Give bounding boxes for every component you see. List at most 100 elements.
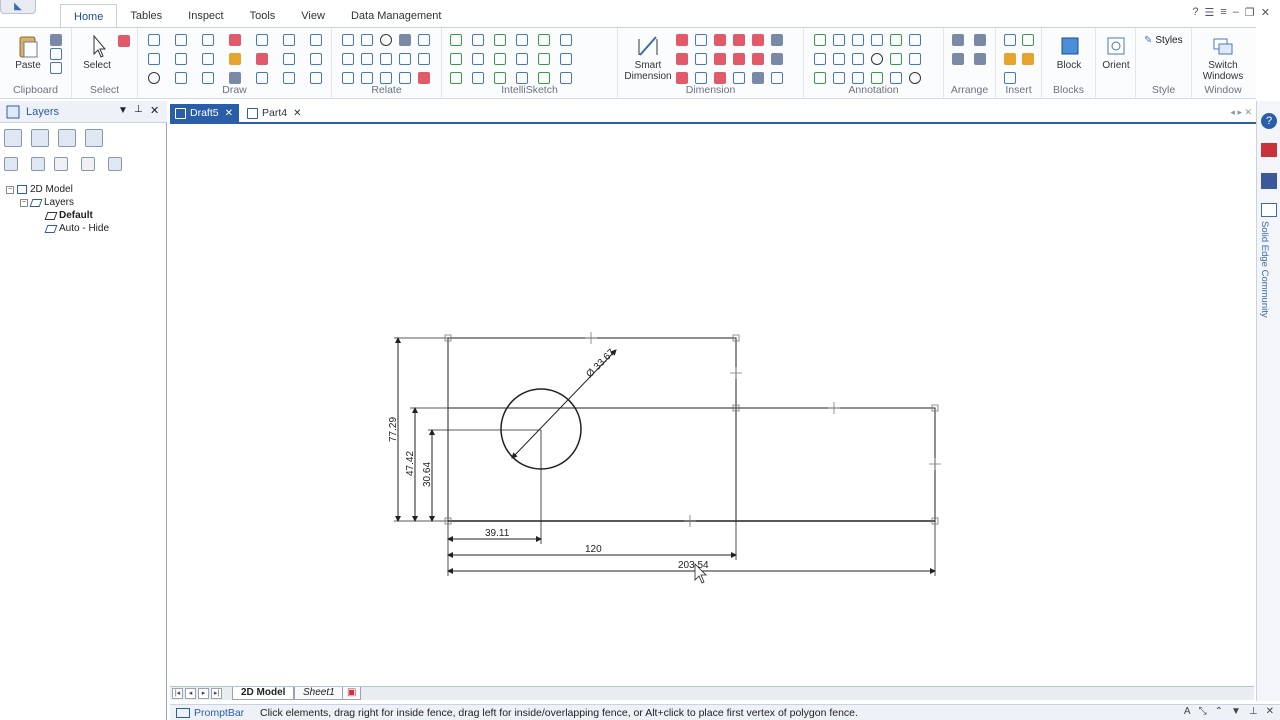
project-icon[interactable] — [310, 34, 322, 46]
close-tab-icon[interactable]: ✕ — [225, 108, 233, 119]
pane-close-icon[interactable]: ✕ — [150, 104, 159, 117]
layer-tool-1-icon[interactable] — [4, 157, 18, 171]
smart-dimension-button[interactable]: Smart Dimension — [622, 33, 674, 82]
select-button[interactable]: Select — [80, 33, 114, 71]
trim-icon[interactable] — [256, 34, 268, 46]
format-painter-icon[interactable] — [50, 62, 62, 74]
line-icon[interactable] — [148, 34, 160, 46]
center-mark-icon[interactable] — [890, 53, 902, 65]
intellisketch-on-element-icon[interactable] — [450, 53, 462, 65]
youtube-icon[interactable] — [1261, 143, 1277, 157]
last-sheet-icon[interactable]: ▸| — [211, 688, 222, 699]
pane-menu-icon[interactable]: ▼ — [118, 105, 128, 116]
target-icon[interactable] — [909, 72, 921, 84]
new-layer-icon[interactable] — [4, 129, 22, 147]
intellisketch-cursor-icon[interactable] — [538, 72, 550, 84]
cross-hatch-icon[interactable] — [890, 72, 902, 84]
retrieve-dimensions-icon[interactable] — [676, 72, 688, 84]
intellisketch-parallel-icon[interactable] — [472, 72, 484, 84]
intellisketch-perpendicular-icon[interactable] — [560, 34, 572, 46]
tree-row-layers[interactable]: − Layers — [20, 196, 74, 209]
curve-icon[interactable] — [202, 34, 214, 46]
help-icon[interactable]: ? — [1192, 6, 1198, 19]
minimize-icon[interactable]: – — [1233, 6, 1239, 19]
angle-between-icon[interactable] — [695, 34, 707, 46]
datum-target-icon[interactable] — [833, 72, 845, 84]
coordinate-dimension-icon[interactable] — [714, 34, 726, 46]
relate-point-icon[interactable] — [399, 72, 411, 84]
layer-tool-4-icon[interactable] — [81, 157, 95, 171]
doc-tab-draft5[interactable]: Draft5 ✕ — [170, 104, 239, 123]
pin-icon[interactable]: ⊥ — [134, 104, 143, 115]
move-icon[interactable] — [229, 53, 241, 65]
tree-row-root[interactable]: − 2D Model — [6, 183, 73, 196]
solid-edge-community-tab[interactable]: Solid Edge Community — [1259, 221, 1270, 318]
lower-rectangle[interactable] — [448, 407, 936, 522]
image-icon[interactable] — [1004, 53, 1016, 65]
bolt-hole-circle-icon[interactable] — [814, 72, 826, 84]
dimension-break-icon[interactable] — [752, 72, 764, 84]
collapse-icon[interactable]: − — [20, 198, 28, 207]
lock-icon[interactable] — [399, 34, 411, 46]
next-sheet-icon[interactable]: ▸ — [198, 688, 209, 699]
pattern-icon[interactable] — [310, 72, 322, 84]
drawing-sheet[interactable]: Ø 33.67 77.29 47.42 30.64 39.11 120 203.… — [170, 124, 1254, 686]
dim-text-39-11[interactable]: 39.11 — [485, 528, 510, 539]
select-tools-icon[interactable] — [118, 35, 130, 47]
intellisketch-quadrant-icon[interactable] — [538, 53, 550, 65]
edge-condition-icon[interactable] — [852, 72, 864, 84]
fillet-icon[interactable] — [175, 72, 187, 84]
connector-icon[interactable] — [871, 72, 883, 84]
tab-inspect[interactable]: Inspect — [175, 4, 236, 28]
intellisketch-vertical-icon[interactable] — [494, 53, 506, 65]
pin-status-icon[interactable]: ⊥ — [1249, 706, 1258, 717]
sheet-tab-sheet1[interactable]: Sheet1 — [294, 687, 344, 700]
dimension-align-icon[interactable] — [733, 72, 745, 84]
connect-icon[interactable] — [342, 34, 354, 46]
layer-fit-icon[interactable] — [31, 129, 49, 147]
layer-tool-2-icon[interactable] — [31, 157, 45, 171]
parallel-icon[interactable] — [361, 34, 373, 46]
copy-icon[interactable] — [50, 48, 62, 60]
offset-icon[interactable] — [283, 34, 295, 46]
mirror-icon[interactable] — [283, 53, 295, 65]
tab-scroll-icon[interactable]: ◂ ▸ ✕ — [1230, 107, 1252, 118]
cut-icon[interactable] — [50, 34, 62, 46]
centerline-icon[interactable] — [909, 53, 921, 65]
layer-tool-3-icon[interactable] — [54, 157, 68, 171]
maintain-relationships-icon[interactable] — [418, 72, 430, 84]
orient-button[interactable]: Orient — [1099, 33, 1133, 71]
send-backward-icon[interactable] — [974, 53, 986, 65]
symbol-icon[interactable] — [1004, 72, 1016, 84]
bring-forward-icon[interactable] — [952, 53, 964, 65]
midpoint-icon[interactable] — [380, 72, 392, 84]
dimension-axis-icon[interactable] — [676, 53, 688, 65]
paste-button[interactable]: Paste — [8, 33, 48, 71]
intellisketch-endpoint-icon[interactable] — [450, 34, 462, 46]
rotate-icon[interactable] — [283, 72, 295, 84]
tree-row-auto-hide[interactable]: Auto - Hide — [44, 222, 109, 235]
collapse-up-icon[interactable]: ⌃ — [1215, 706, 1223, 717]
collinear-icon[interactable] — [361, 72, 373, 84]
send-to-back-icon[interactable] — [974, 34, 986, 46]
tab-tools[interactable]: Tools — [237, 4, 289, 28]
intellisketch-options-icon[interactable] — [560, 72, 572, 84]
concentric-icon[interactable] — [380, 34, 392, 46]
intellisketch-point-icon[interactable] — [450, 72, 462, 84]
layer-show-icon[interactable] — [58, 129, 76, 147]
intellisketch-silhouette-icon[interactable] — [516, 53, 528, 65]
object-icon[interactable] — [1022, 53, 1034, 65]
new-sheet-icon[interactable]: ▣ — [342, 687, 362, 700]
doc-tab-part4[interactable]: Part4 ✕ — [242, 104, 308, 123]
dimension-stack-icon[interactable] — [714, 72, 726, 84]
promptbar-toggle[interactable]: PromptBar — [176, 707, 244, 719]
reference-dimension-icon[interactable] — [771, 53, 783, 65]
intellisketch-grid-icon[interactable] — [560, 53, 572, 65]
symmetric-icon[interactable] — [399, 53, 411, 65]
layer-tool-5-icon[interactable] — [108, 157, 122, 171]
application-button[interactable]: ◣ — [0, 0, 36, 14]
text-annotation-icon[interactable] — [871, 53, 883, 65]
block-button[interactable]: Block — [1052, 33, 1086, 71]
intellisketch-midpoint-icon[interactable] — [472, 34, 484, 46]
horizontal-icon[interactable] — [342, 53, 354, 65]
